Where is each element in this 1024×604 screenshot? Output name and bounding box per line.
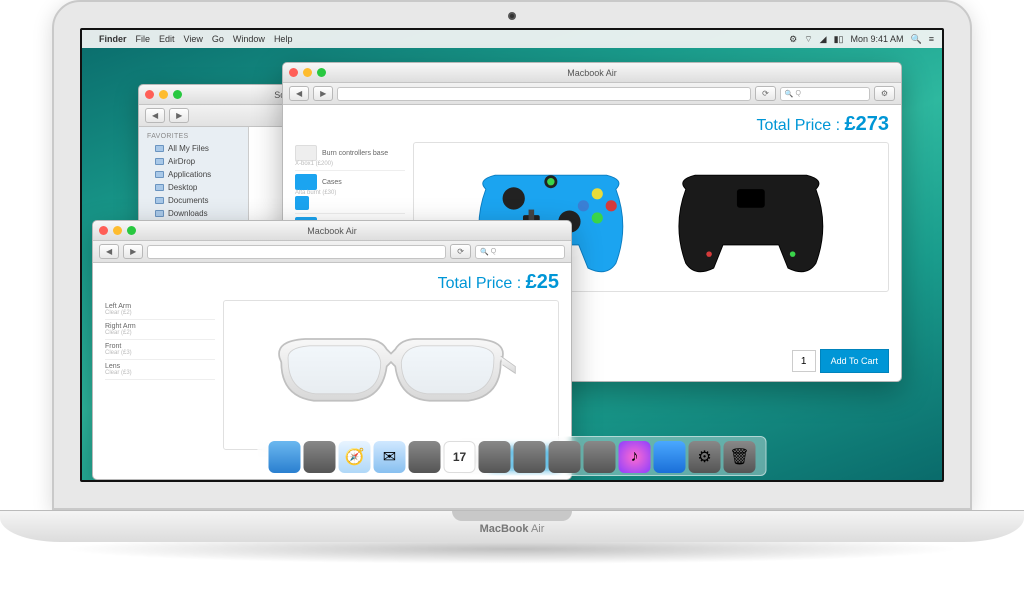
sidebar-item-documents[interactable]: Documents [139, 194, 248, 207]
menubar-app[interactable]: Finder [99, 34, 127, 44]
dock-prefs-icon[interactable]: ⚙ [689, 441, 721, 473]
forward-button[interactable]: ▶ [123, 244, 143, 259]
menu-file[interactable]: File [136, 34, 151, 44]
dock-messages-icon[interactable] [549, 441, 581, 473]
glasses-image [261, 315, 521, 435]
downloads-icon [155, 210, 164, 217]
forward-button[interactable]: ▶ [313, 86, 333, 101]
bluetooth-icon[interactable]: ⚙ [789, 34, 797, 45]
reload-button[interactable]: ⟳ [755, 86, 776, 101]
apps-icon [155, 171, 164, 178]
search-icon: 🔍 [785, 90, 794, 98]
documents-icon [155, 197, 164, 204]
search-icon: 🔍 [480, 248, 489, 256]
volume-icon[interactable]: ◢ [820, 34, 827, 45]
close-icon[interactable] [289, 68, 298, 77]
back-button[interactable]: ◀ [289, 86, 309, 101]
close-icon[interactable] [99, 226, 108, 235]
sidebar-item-downloads[interactable]: Downloads [139, 207, 248, 220]
menu-window[interactable]: Window [233, 34, 265, 44]
option-base[interactable]: Burn controllers base X-box1 (£200) [295, 142, 405, 171]
controller-thumb-icon [295, 145, 317, 161]
laptop-bezel: Finder File Edit View Go Window Help ⚙ ⌔… [52, 0, 972, 510]
dock-notes-icon[interactable] [479, 441, 511, 473]
option-cases[interactable]: Cases Alta burnt (£30) [295, 171, 405, 214]
zoom-icon[interactable] [317, 68, 326, 77]
menu-view[interactable]: View [184, 34, 203, 44]
browser-toolbar: ◀ ▶ ⟳ 🔍Q [93, 241, 571, 263]
dock-mail-icon[interactable]: ✉︎ [374, 441, 406, 473]
menu-edit[interactable]: Edit [159, 34, 175, 44]
total-price: Total Price : £273 [295, 113, 889, 136]
desktop-icon [155, 184, 164, 191]
sidebar-item-all-my-files[interactable]: All My Files [139, 142, 248, 155]
price-amount: £273 [845, 113, 890, 135]
zoom-icon[interactable] [173, 90, 182, 99]
back-button[interactable]: ◀ [99, 244, 119, 259]
dock-itunes-icon[interactable]: ♪ [619, 441, 651, 473]
forward-button[interactable]: ▶ [169, 108, 189, 123]
spotlight-icon[interactable]: 🔍 [911, 34, 922, 45]
menu-go[interactable]: Go [212, 34, 224, 44]
sidebar-item-desktop[interactable]: Desktop [139, 181, 248, 194]
favorites-header: FAVORITES [139, 131, 248, 142]
dock: 🧭 ✉︎ 17 ♪ ⚙ 🗑 [258, 436, 767, 476]
sidebar-item-applications[interactable]: Applications [139, 168, 248, 181]
camera-dot [508, 12, 516, 20]
airdrop-icon [155, 158, 164, 165]
color-swatch-blue[interactable] [295, 196, 309, 210]
zoom-icon[interactable] [127, 226, 136, 235]
reload-button[interactable]: ⟳ [450, 244, 471, 259]
browser-title: Macbook Air [307, 226, 357, 236]
browser-toolbar: ◀ ▶ ⟳ 🔍Q ⚙ [283, 83, 901, 105]
laptop-base: MacBook Air [0, 510, 1024, 542]
dock-appstore-icon[interactable] [654, 441, 686, 473]
minimize-icon[interactable] [159, 90, 168, 99]
add-to-cart-button[interactable]: Add To Cart [820, 349, 889, 373]
controller-thumb-icon [295, 174, 317, 190]
browser-titlebar[interactable]: Macbook Air [93, 221, 571, 241]
wifi-icon[interactable]: ⌔ [804, 34, 812, 45]
total-price: Total Price : £25 [105, 271, 559, 294]
dock-facetime-icon[interactable] [584, 441, 616, 473]
search-field[interactable]: 🔍Q [475, 245, 565, 259]
close-icon[interactable] [145, 90, 154, 99]
option-lens[interactable]: LensClear (£3) [105, 360, 215, 380]
price-amount: £25 [526, 271, 559, 293]
desktop-screen: Finder File Edit View Go Window Help ⚙ ⌔… [80, 28, 944, 482]
address-bar[interactable] [147, 245, 446, 259]
dock-safari-icon[interactable]: 🧭 [339, 441, 371, 473]
battery-icon[interactable]: ▮▯ [834, 34, 844, 45]
option-front[interactable]: FrontClear (£3) [105, 340, 215, 360]
settings-button[interactable]: ⚙ [874, 86, 895, 101]
back-button[interactable]: ◀ [145, 108, 165, 123]
menubar-clock[interactable]: Mon 9:41 AM [850, 34, 903, 44]
option-left-arm[interactable]: Left ArmClear (£2) [105, 300, 215, 320]
sidebar-item-airdrop[interactable]: AirDrop [139, 155, 248, 168]
folder-icon [155, 145, 164, 152]
dock-finder-icon[interactable] [269, 441, 301, 473]
product-preview [223, 300, 559, 450]
browser-titlebar[interactable]: Macbook Air [283, 63, 901, 83]
option-right-arm[interactable]: Right ArmClear (£2) [105, 320, 215, 340]
laptop-notch [452, 511, 572, 521]
notifications-icon[interactable]: ≡ [929, 34, 934, 44]
browser-title: Macbook Air [567, 68, 617, 78]
controller-back-image [658, 152, 844, 282]
dock-contacts-icon[interactable] [409, 441, 441, 473]
menu-help[interactable]: Help [274, 34, 293, 44]
search-field[interactable]: 🔍Q [780, 87, 870, 101]
laptop-label: MacBook Air [480, 523, 545, 535]
address-bar[interactable] [337, 87, 751, 101]
quantity-input[interactable] [792, 350, 816, 372]
dock-trash-icon[interactable]: 🗑 [724, 441, 756, 473]
dock-launchpad-icon[interactable] [304, 441, 336, 473]
mac-menubar: Finder File Edit View Go Window Help ⚙ ⌔… [82, 30, 942, 48]
minimize-icon[interactable] [303, 68, 312, 77]
dock-calendar-icon[interactable]: 17 [444, 441, 476, 473]
minimize-icon[interactable] [113, 226, 122, 235]
options-list: Left ArmClear (£2) Right ArmClear (£2) F… [105, 300, 215, 450]
dock-maps-icon[interactable] [514, 441, 546, 473]
macbook-mockup: Finder File Edit View Go Window Help ⚙ ⌔… [52, 0, 972, 560]
